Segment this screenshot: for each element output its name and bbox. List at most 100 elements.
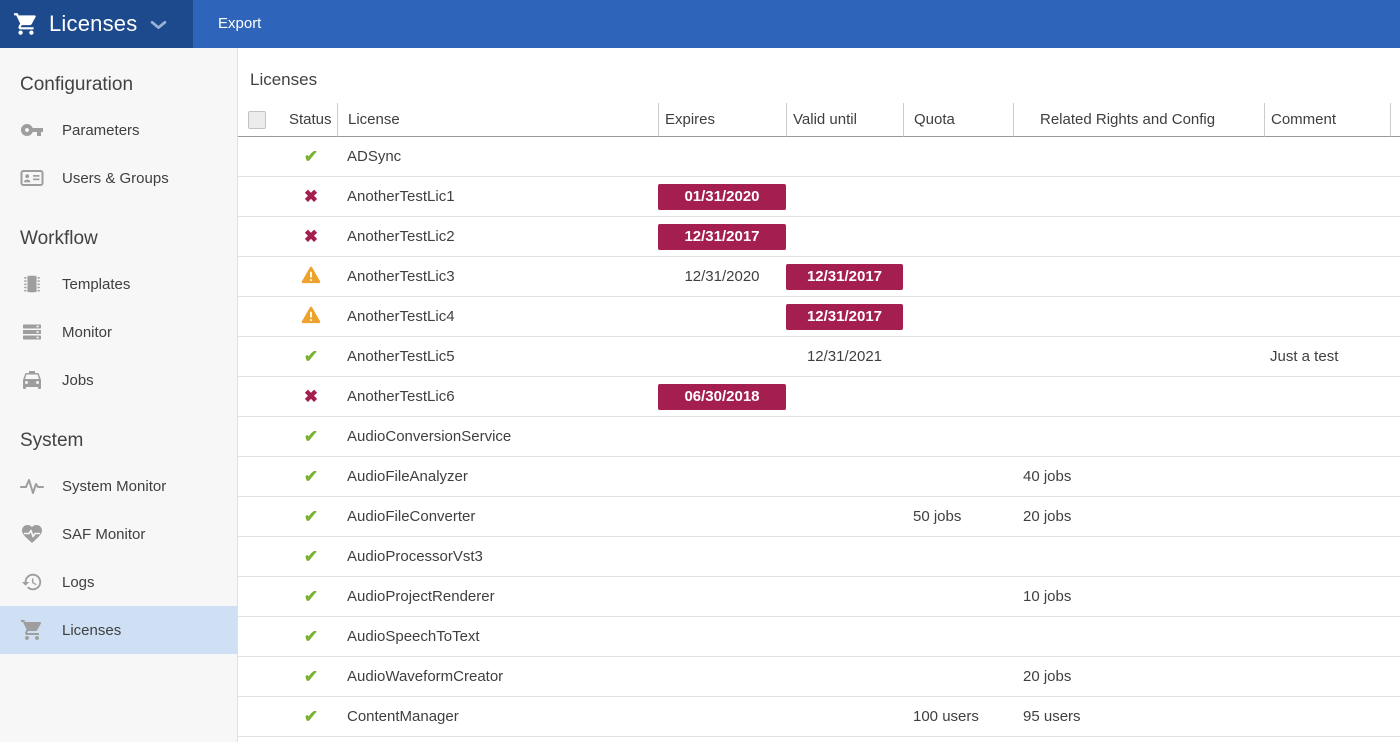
table-row[interactable]: ✖ AnotherTestLic1 01/31/2020 bbox=[238, 177, 1400, 217]
table-row[interactable]: ✔ ContentManager 100 users 95 users bbox=[238, 697, 1400, 737]
expired-badge: 12/31/2017 bbox=[658, 224, 786, 250]
table-row[interactable]: ✖ AnotherTestLic6 06/30/2018 bbox=[238, 377, 1400, 417]
expires-cell bbox=[658, 537, 786, 576]
comment-cell bbox=[1264, 257, 1390, 296]
valid-until-cell bbox=[786, 137, 903, 176]
table-body: ✔ ADSync ✖ AnotherTestLic1 01/31/2020 ✖ … bbox=[238, 137, 1400, 737]
sidebar-item-licenses[interactable]: Licenses bbox=[0, 606, 237, 654]
table-row[interactable]: ✔ AudioWaveformCreator 20 jobs bbox=[238, 657, 1400, 697]
status-cell: ✖ bbox=[285, 217, 337, 256]
table-row[interactable]: ✔ AudioFileConverter 50 jobs 20 jobs bbox=[238, 497, 1400, 537]
quota-cell bbox=[903, 457, 1013, 496]
row-checkbox-cell bbox=[238, 337, 285, 376]
check-icon: ✔ bbox=[304, 148, 318, 166]
sidebar-section-title: System bbox=[20, 430, 237, 452]
app-menu-button[interactable]: Licenses bbox=[0, 0, 193, 48]
cart-icon bbox=[13, 11, 39, 37]
table-header: Status License Expires Valid until Quota… bbox=[238, 103, 1400, 137]
column-header-status[interactable]: Status bbox=[285, 103, 337, 137]
related-rights-cell bbox=[1013, 617, 1264, 656]
comment-cell bbox=[1264, 457, 1390, 496]
expired-badge: 06/30/2018 bbox=[658, 384, 786, 410]
history-icon bbox=[20, 570, 44, 594]
related-rights-cell bbox=[1013, 257, 1264, 296]
row-checkbox-cell bbox=[238, 217, 285, 256]
sidebar-item-system-monitor[interactable]: System Monitor bbox=[0, 462, 237, 510]
sidebar-item-templates[interactable]: Templates bbox=[0, 260, 237, 308]
related-rights-cell: 10 jobs bbox=[1013, 577, 1264, 616]
column-header-expires[interactable]: Expires bbox=[658, 103, 786, 137]
license-name: AnotherTestLic6 bbox=[337, 377, 658, 416]
comment-cell bbox=[1264, 617, 1390, 656]
sidebar-item-monitor[interactable]: Monitor bbox=[0, 308, 237, 356]
expires-cell: 12/31/2017 bbox=[658, 217, 786, 256]
quota-cell bbox=[903, 377, 1013, 416]
row-checkbox-cell bbox=[238, 697, 285, 736]
cross-icon: ✖ bbox=[304, 388, 318, 406]
table-row[interactable]: ✔ AudioProcessorVst3 bbox=[238, 537, 1400, 577]
related-rights-cell bbox=[1013, 417, 1264, 456]
chevron-down-icon bbox=[150, 20, 167, 31]
pulse-icon bbox=[20, 474, 44, 498]
quota-cell bbox=[903, 617, 1013, 656]
status-cell: ✔ bbox=[285, 417, 337, 456]
row-checkbox-cell bbox=[238, 257, 285, 296]
heart-pulse-icon bbox=[20, 522, 44, 546]
table-row[interactable]: ✔ AudioSpeechToText bbox=[238, 617, 1400, 657]
sidebar-item-users-groups[interactable]: Users & Groups bbox=[0, 154, 237, 202]
check-icon: ✔ bbox=[304, 588, 318, 606]
column-header-related-rights[interactable]: Related Rights and Config bbox=[1013, 103, 1264, 137]
expires-cell bbox=[658, 297, 786, 336]
sidebar-item-logs[interactable]: Logs bbox=[0, 558, 237, 606]
quota-cell bbox=[903, 537, 1013, 576]
check-icon: ✔ bbox=[304, 668, 318, 686]
sidebar-item-parameters[interactable]: Parameters bbox=[0, 106, 237, 154]
sidebar-item-label: Jobs bbox=[62, 372, 94, 389]
quota-cell bbox=[903, 257, 1013, 296]
valid-until-cell bbox=[786, 417, 903, 456]
expires-cell: 06/30/2018 bbox=[658, 377, 786, 416]
comment-cell bbox=[1264, 177, 1390, 216]
table-row[interactable]: ✔ ADSync bbox=[238, 137, 1400, 177]
table-row[interactable]: ✔ AudioProjectRenderer 10 jobs bbox=[238, 577, 1400, 617]
sidebar-section: System System Monitor SAF Monitor Logs L… bbox=[0, 430, 237, 654]
check-icon: ✔ bbox=[304, 468, 318, 486]
sidebar-item-jobs[interactable]: Jobs bbox=[0, 356, 237, 404]
table-row[interactable]: ✔ AudioFileAnalyzer 40 jobs bbox=[238, 457, 1400, 497]
table-row[interactable]: ✔ AnotherTestLic5 12/31/2021 Just a test bbox=[238, 337, 1400, 377]
license-name: AudioConversionService bbox=[337, 417, 658, 456]
table-row[interactable]: ✔ AudioConversionService bbox=[238, 417, 1400, 457]
menu-item-export[interactable]: Export bbox=[208, 0, 271, 48]
column-header-comment[interactable]: Comment bbox=[1264, 103, 1390, 137]
column-header-valid-until[interactable]: Valid until bbox=[786, 103, 903, 137]
sidebar-item-label: Licenses bbox=[62, 622, 121, 639]
table-row[interactable]: AnotherTestLic4 12/31/2017 bbox=[238, 297, 1400, 337]
status-cell: ✔ bbox=[285, 697, 337, 736]
status-cell: ✔ bbox=[285, 617, 337, 656]
row-checkbox-cell bbox=[238, 177, 285, 216]
expires-cell bbox=[658, 697, 786, 736]
table-row[interactable]: AnotherTestLic3 12/31/2020 12/31/2017 bbox=[238, 257, 1400, 297]
quota-cell bbox=[903, 137, 1013, 176]
table-row[interactable]: ✖ AnotherTestLic2 12/31/2017 bbox=[238, 217, 1400, 257]
row-checkbox-cell bbox=[238, 137, 285, 176]
select-all-checkbox[interactable] bbox=[248, 111, 266, 129]
sidebar-item-saf-monitor[interactable]: SAF Monitor bbox=[0, 510, 237, 558]
quota-cell bbox=[903, 297, 1013, 336]
comment-cell bbox=[1264, 657, 1390, 696]
column-header-license[interactable]: License bbox=[337, 103, 658, 137]
key-icon bbox=[20, 118, 44, 142]
comment-cell bbox=[1264, 137, 1390, 176]
valid-until-cell bbox=[786, 697, 903, 736]
quota-cell bbox=[903, 337, 1013, 376]
column-header-quota[interactable]: Quota bbox=[903, 103, 1013, 137]
expires-cell bbox=[658, 337, 786, 376]
row-checkbox-cell bbox=[238, 617, 285, 656]
expires-cell bbox=[658, 417, 786, 456]
valid-until-cell bbox=[786, 617, 903, 656]
check-icon: ✔ bbox=[304, 348, 318, 366]
check-icon: ✔ bbox=[304, 708, 318, 726]
status-cell bbox=[285, 257, 337, 296]
row-checkbox-cell bbox=[238, 497, 285, 536]
expires-cell: 12/31/2020 bbox=[658, 257, 786, 296]
